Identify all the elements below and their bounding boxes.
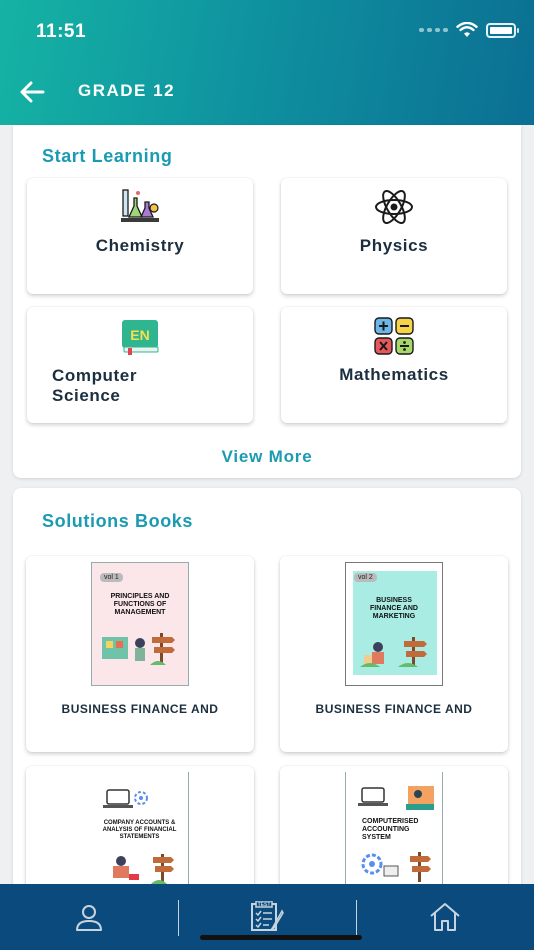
- book-cover: COMPANY ACCOUNTS & ANALYSIS OF FINANCIAL…: [91, 772, 189, 896]
- subject-label: Mathematics: [339, 365, 449, 384]
- section-title-solutions-books: Solutions Books: [42, 511, 194, 531]
- atom-icon: [375, 190, 413, 224]
- office-illustration-icon: [102, 633, 175, 665]
- app-header: 11:51 GRADE 12: [0, 0, 534, 125]
- page-title: GRADE 12: [78, 81, 176, 100]
- solutions-books-card: Solutions Books vol 1 PRINCIPLES AND FUN…: [13, 488, 521, 950]
- start-learning-card: Start Learning Chemistry Physics EN Comp…: [13, 125, 521, 478]
- subject-label: Computer Science: [52, 366, 138, 405]
- nav-home[interactable]: [356, 884, 534, 950]
- subject-mathematics[interactable]: Mathematics: [281, 307, 507, 423]
- en-book-icon: EN: [122, 320, 159, 355]
- volume-badge: vol 1: [100, 573, 123, 582]
- subject-label: Chemistry: [95, 236, 185, 255]
- accounting-illustration-icon: [113, 854, 174, 884]
- section-title-start-learning: Start Learning: [42, 146, 173, 166]
- book-cover: COMPUTERISED ACCOUNTING SYSTEM: [345, 772, 443, 896]
- arrow-left-icon: [20, 81, 45, 103]
- market-illustration-icon: [360, 637, 427, 667]
- home-indicator: [200, 935, 362, 940]
- svg-text:EN: EN: [130, 327, 149, 343]
- view-more-link[interactable]: View More: [13, 447, 521, 467]
- back-button[interactable]: [18, 78, 46, 106]
- svg-text:TEST: TEST: [258, 902, 271, 908]
- status-time: 11:51: [36, 21, 87, 42]
- book-card[interactable]: vol 2 BUSINESS FINANCE AND MARKETING BUS…: [280, 556, 508, 752]
- profile-icon: [76, 905, 102, 931]
- cover-title: COMPANY ACCOUNTS & ANALYSIS OF FINANCIAL…: [102, 820, 177, 840]
- book-title: BUSINESS FINANCE AND: [315, 702, 473, 716]
- subject-label: Physics: [359, 236, 429, 255]
- bottom-nav: TEST: [0, 884, 534, 950]
- test-icon: TEST: [251, 901, 284, 931]
- cover-title: COMPUTERISED ACCOUNTING SYSTEM: [362, 818, 419, 841]
- laptop-gear-icon: [103, 789, 148, 808]
- wifi-icon: [456, 22, 478, 37]
- book-cover: vol 1 PRINCIPLES AND FUNCTIONS OF MANAGE…: [91, 562, 189, 686]
- cellular-signal-icon: [419, 28, 448, 32]
- volume-badge: vol 2: [354, 573, 377, 582]
- gear-signpost-icon: [361, 852, 431, 882]
- cover-title: BUSINESS FINANCE AND MARKETING: [370, 597, 418, 620]
- subject-computer-science[interactable]: EN Computer Science: [27, 307, 253, 423]
- subject-chemistry[interactable]: Chemistry: [27, 178, 253, 294]
- nav-test[interactable]: TEST: [178, 884, 356, 950]
- chemistry-flask-icon: [121, 189, 159, 222]
- book-title: BUSINESS FINANCE AND: [61, 702, 219, 716]
- status-icons: [419, 22, 519, 38]
- cover-title: PRINCIPLES AND FUNCTIONS OF MANAGEMENT: [110, 593, 170, 616]
- computer-illustration-icon: [358, 786, 434, 810]
- subject-physics[interactable]: Physics: [281, 178, 507, 294]
- nav-profile[interactable]: [0, 884, 178, 950]
- battery-icon: [486, 22, 519, 38]
- calculator-symbols-icon: [374, 317, 414, 355]
- home-icon: [430, 903, 460, 931]
- book-card[interactable]: vol 1 PRINCIPLES AND FUNCTIONS OF MANAGE…: [26, 556, 254, 752]
- book-cover: vol 2 BUSINESS FINANCE AND MARKETING: [345, 562, 443, 686]
